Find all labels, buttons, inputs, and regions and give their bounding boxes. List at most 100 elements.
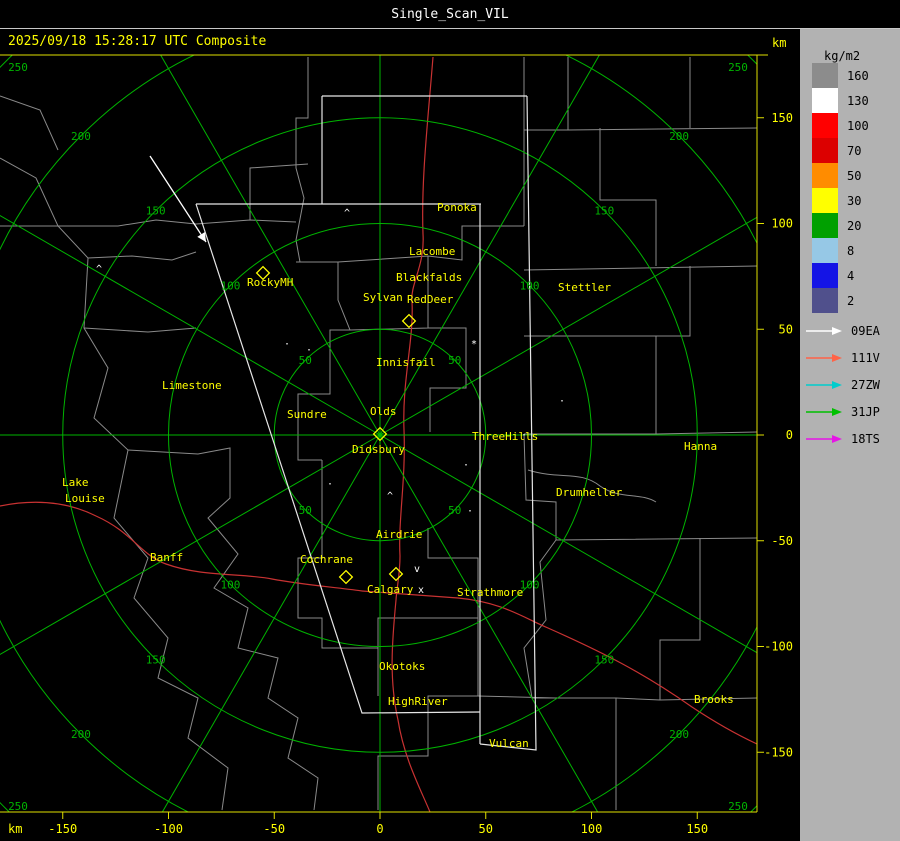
county-boundary bbox=[295, 57, 309, 263]
map-layers: ^^··*·^····vxPonokaLacombeBlackfaldsSylv… bbox=[0, 55, 757, 812]
point-symbol: ^ bbox=[96, 264, 102, 275]
ring-distance-label: 250 bbox=[728, 61, 748, 74]
storm-track-row: 18TS bbox=[804, 425, 880, 452]
track-id-label: 111V bbox=[851, 350, 880, 365]
scan-timestamp: 2025/09/18 15:28:17 UTC Composite bbox=[8, 34, 267, 49]
color-scale-value: 100 bbox=[847, 118, 869, 133]
point-symbol: · bbox=[327, 479, 333, 490]
right-axis-label: 150 bbox=[771, 111, 793, 125]
point-symbol: v bbox=[414, 564, 420, 575]
county-boundary bbox=[297, 432, 322, 461]
city-label: Okotoks bbox=[379, 660, 425, 673]
track-arrow-icon bbox=[806, 326, 842, 335]
ring-distance-label: 100 bbox=[221, 579, 241, 592]
ring-distance-label: 200 bbox=[71, 130, 91, 143]
color-swatch bbox=[812, 163, 838, 188]
ring-distance-label: 200 bbox=[669, 728, 689, 741]
county-boundary bbox=[524, 57, 569, 131]
county-boundary bbox=[296, 261, 351, 432]
county-boundary bbox=[87, 251, 197, 261]
window-title: Single_Scan_VIL bbox=[391, 6, 509, 22]
track-arrow-icon bbox=[806, 434, 842, 443]
color-scale-row: 130 bbox=[812, 88, 869, 113]
bottom-axis-label: 100 bbox=[581, 822, 603, 836]
city-label: Drumheller bbox=[556, 486, 623, 499]
color-scale-row: 20 bbox=[812, 213, 869, 238]
ring-distance-label: 50 bbox=[299, 354, 312, 367]
storm-track-row: 27ZW bbox=[804, 371, 880, 398]
color-swatch bbox=[812, 188, 838, 213]
color-scale-value: 8 bbox=[847, 243, 855, 258]
radial-line bbox=[161, 434, 381, 812]
ring-distance-label: 250 bbox=[8, 800, 28, 813]
city-label: Didsbury bbox=[352, 443, 405, 456]
track-arrow-head bbox=[832, 326, 842, 335]
city-label: Banff bbox=[150, 551, 183, 564]
county-boundary bbox=[567, 127, 757, 131]
right-axis-label: 0 bbox=[786, 428, 793, 442]
color-swatch bbox=[812, 213, 838, 238]
track-arrow-head bbox=[832, 434, 842, 443]
county-boundary bbox=[0, 157, 229, 811]
color-scale-row: 8 bbox=[812, 238, 869, 263]
ring-distance-label: 150 bbox=[146, 653, 166, 666]
city-label: Ponoka bbox=[437, 201, 477, 214]
color-swatch bbox=[812, 88, 838, 113]
city-label: Hanna bbox=[684, 440, 717, 453]
point-symbol: · bbox=[284, 339, 290, 350]
site-marker bbox=[338, 569, 354, 585]
county-boundary bbox=[127, 447, 319, 811]
title-separator bbox=[0, 28, 900, 29]
ring-distance-label: 50 bbox=[448, 354, 461, 367]
city-label: HighRiver bbox=[388, 695, 448, 708]
storm-track-row: 09EA bbox=[804, 317, 880, 344]
bottom-axis-label: 0 bbox=[376, 822, 383, 836]
map-canvas[interactable]: ^^··*·^····vxPonokaLacombeBlackfaldsSylv… bbox=[0, 0, 800, 841]
track-arrow-icon bbox=[806, 353, 842, 362]
city-label: RedDeer bbox=[407, 293, 454, 306]
color-swatch bbox=[812, 138, 838, 163]
city-label: ThreeHills bbox=[472, 430, 538, 443]
track-arrow-head bbox=[832, 353, 842, 362]
radial-line bbox=[0, 434, 381, 655]
point-symbol: * bbox=[471, 339, 477, 350]
right-axis-label: -150 bbox=[764, 745, 793, 759]
city-label: Louise bbox=[65, 492, 105, 505]
county-boundary bbox=[477, 695, 557, 699]
color-scale-value: 130 bbox=[847, 93, 869, 108]
point-symbol: · bbox=[467, 506, 473, 517]
city-label: Cochrane bbox=[300, 553, 353, 566]
bottom-axis-label: -50 bbox=[263, 822, 285, 836]
county-boundary bbox=[523, 265, 757, 271]
color-scale-value: 30 bbox=[847, 193, 862, 208]
county-boundary bbox=[249, 163, 309, 220]
color-scale-row: 70 bbox=[812, 138, 869, 163]
site-marker bbox=[388, 566, 404, 582]
city-label: Sundre bbox=[287, 408, 327, 421]
city-label: Calgary bbox=[367, 583, 414, 596]
city-label: Vulcan bbox=[489, 737, 529, 750]
bottom-axis-label: 50 bbox=[479, 822, 493, 836]
color-swatch bbox=[812, 63, 838, 88]
bottom-axis-label: -100 bbox=[154, 822, 183, 836]
color-scale-value: 2 bbox=[847, 293, 855, 308]
storm-track-arrowhead bbox=[197, 232, 206, 242]
bottom-axis-unit: km bbox=[8, 822, 22, 836]
ring-distance-label: 100 bbox=[221, 279, 241, 292]
storm-track-row: 31JP bbox=[804, 398, 880, 425]
color-swatch bbox=[812, 238, 838, 263]
range-ring bbox=[0, 55, 757, 812]
color-scale-value: 160 bbox=[847, 68, 869, 83]
radial-line bbox=[0, 215, 381, 436]
right-axis-label: -50 bbox=[771, 534, 793, 548]
ring-distance-label: 150 bbox=[146, 205, 166, 218]
window-title-bar[interactable]: Single_Scan_VIL bbox=[0, 0, 900, 28]
county-boundary bbox=[659, 538, 757, 701]
right-axis-unit: km bbox=[772, 36, 787, 50]
site-marker bbox=[401, 313, 417, 329]
color-scale-row: 4 bbox=[812, 263, 869, 288]
ring-distance-label: 200 bbox=[71, 728, 91, 741]
county-boundary bbox=[615, 697, 661, 701]
right-axis-label: 100 bbox=[771, 217, 793, 231]
city-label: Strathmore bbox=[457, 586, 523, 599]
